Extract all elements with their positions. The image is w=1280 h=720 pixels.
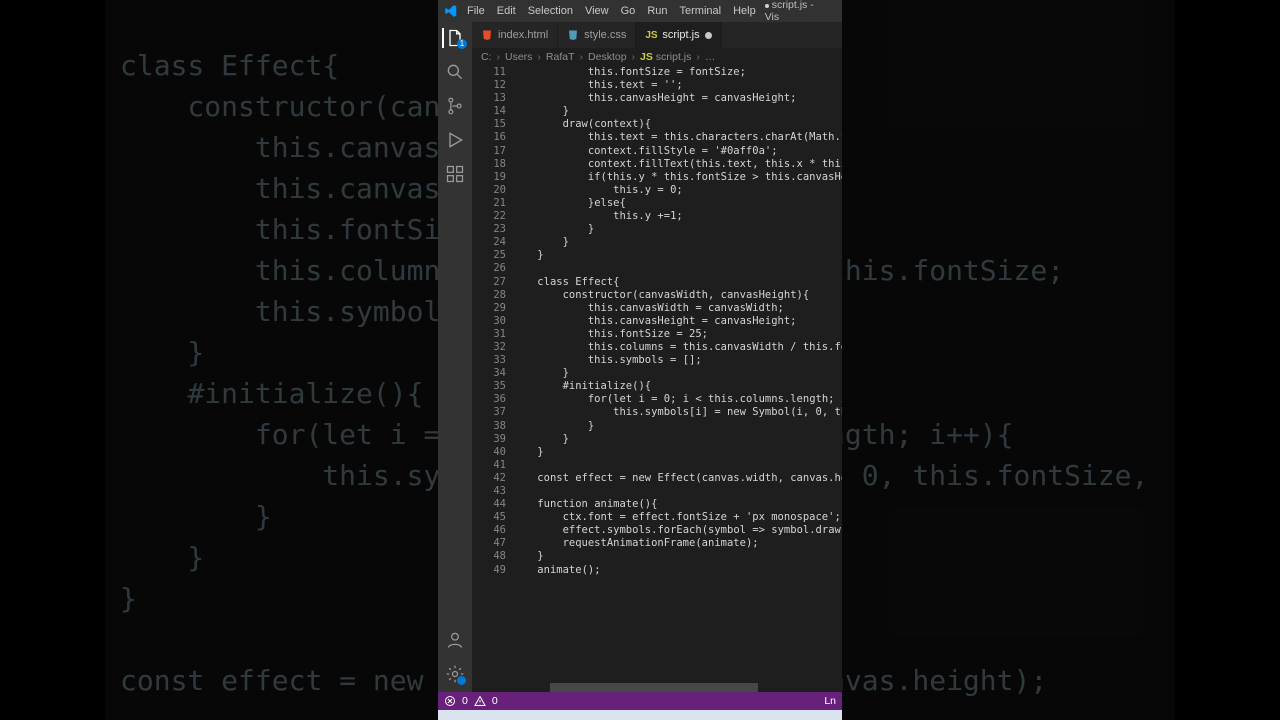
menu-help[interactable]: Help [727,3,762,19]
activity-bar: 1 [438,22,472,692]
breadcrumb-segment[interactable]: C: [481,51,492,63]
title-bar: FileEditSelectionViewGoRunTerminalHelp s… [438,0,842,22]
css-file-icon [567,29,579,41]
breadcrumb-segment[interactable]: Users [505,51,532,63]
breadcrumb-segment[interactable]: JS script.js [640,51,691,63]
error-icon[interactable] [444,695,456,707]
status-bar: 0 0 Ln [438,692,842,710]
code-editor[interactable]: 1112131415161718192021222324252627282930… [472,66,842,692]
window-title: script.js - Vis [765,0,830,23]
menu-run[interactable]: Run [641,3,673,19]
menu-terminal[interactable]: Terminal [674,3,728,19]
breadcrumb-segment[interactable]: RafaT [546,51,575,63]
tab-style-css[interactable]: style.css [558,22,636,48]
error-count[interactable]: 0 [462,695,468,707]
tab-script-js[interactable]: JS script.js [636,22,721,48]
code-content[interactable]: this.fontSize = fontSize; this.text = ''… [512,66,842,692]
chevron-right-icon: › [497,51,501,63]
warning-count[interactable]: 0 [492,695,498,707]
menu-edit[interactable]: Edit [491,3,522,19]
vscode-window: FileEditSelectionViewGoRunTerminalHelp s… [438,0,842,710]
sync-indicator-icon [456,675,467,686]
search-icon[interactable] [445,62,465,82]
tab-label: index.html [498,29,548,41]
tab-bar: index.html style.css JS script.js [472,22,842,48]
horizontal-scrollbar[interactable] [506,683,842,692]
scrollbar-thumb[interactable] [550,683,758,692]
source-control-icon[interactable] [445,96,465,116]
dirty-indicator-icon [705,32,712,39]
run-debug-icon[interactable] [445,130,465,150]
extensions-icon[interactable] [445,164,465,184]
breadcrumb[interactable]: C: › Users › RafaT › Desktop › JS script.js › … [472,48,842,66]
windows-taskbar[interactable] [438,710,842,720]
tab-index-html[interactable]: index.html [472,22,558,48]
status-line-col[interactable]: Ln [824,695,836,707]
tab-label: style.css [584,29,626,41]
chevron-right-icon: › [537,51,541,63]
menu-go[interactable]: Go [615,3,642,19]
accounts-icon[interactable] [445,630,465,650]
chevron-right-icon: › [696,51,700,63]
menu-bar: FileEditSelectionViewGoRunTerminalHelp [461,3,762,19]
explorer-icon[interactable]: 1 [442,28,466,48]
line-gutter: 1112131415161718192021222324252627282930… [472,66,512,692]
settings-gear-icon[interactable] [445,664,465,684]
menu-file[interactable]: File [461,3,491,19]
chevron-right-icon: › [580,51,584,63]
chevron-right-icon: › [632,51,636,63]
left-letterbox [0,0,105,720]
menu-selection[interactable]: Selection [522,3,579,19]
right-letterbox [1175,0,1280,720]
breadcrumb-segment[interactable]: Desktop [588,51,627,63]
vscode-logo-icon [444,4,458,18]
breadcrumb-segment[interactable]: … [705,51,716,63]
tab-label: script.js [662,29,699,41]
js-file-icon: JS [645,29,657,42]
warning-icon[interactable] [474,695,486,707]
html-file-icon [481,29,493,41]
explorer-badge: 1 [457,39,467,49]
menu-view[interactable]: View [579,3,615,19]
